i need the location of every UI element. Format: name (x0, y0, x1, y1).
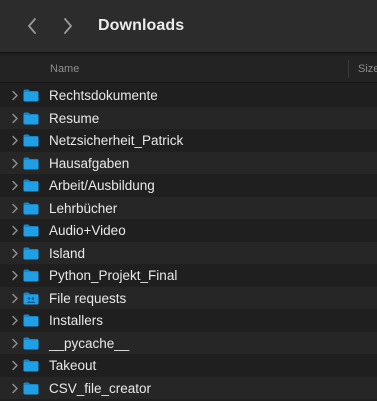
folder-icon (23, 314, 39, 327)
list-item-label: File requests (49, 290, 127, 306)
file-list: Rechtsdokumente Resume Netzsicherheit_Patr… (0, 84, 377, 399)
folder-icon (23, 157, 39, 169)
column-separator[interactable] (348, 60, 349, 78)
list-item[interactable]: Island (0, 241, 377, 264)
window-title: Downloads (98, 17, 185, 34)
folder-icon (23, 89, 39, 102)
folder-icon (23, 337, 39, 349)
disclosure-chevron-icon[interactable] (11, 203, 19, 214)
list-item[interactable]: Netzsicherheit_Patrick (0, 129, 377, 152)
list-item-label: Takeout (49, 358, 97, 373)
list-item-label: __pycache__ (49, 335, 130, 351)
folder-icon (23, 269, 39, 282)
list-item[interactable]: Takeout (0, 354, 377, 377)
disclosure-chevron-icon[interactable] (11, 315, 19, 326)
list-item-label: Resume (49, 110, 100, 126)
list-item-label: Hausafgaben (49, 155, 130, 171)
list-item-label: Lehrbücher (49, 200, 118, 216)
list-item-label: Arbeit/Ausbildung (49, 178, 155, 193)
disclosure-chevron-icon[interactable] (11, 338, 19, 349)
folder-icon (23, 134, 39, 147)
disclosure-chevron-icon[interactable] (11, 383, 19, 394)
disclosure-chevron-icon[interactable] (11, 248, 19, 259)
chevron-right-icon (64, 18, 72, 34)
toolbar-divider (0, 52, 377, 53)
back-button[interactable] (20, 12, 44, 40)
list-item-label: Python_Projekt_Final (49, 268, 178, 283)
toolbar: Downloads (0, 0, 377, 52)
finder-window: Downloads Name Size Rechtsdokumente Resum… (0, 0, 377, 401)
header-divider (0, 82, 377, 83)
disclosure-chevron-icon[interactable] (11, 158, 19, 169)
disclosure-chevron-icon[interactable] (11, 225, 19, 236)
folder-icon (23, 179, 39, 192)
shared-folder-icon (23, 292, 39, 304)
list-item[interactable]: Rechtsdokumente (0, 84, 377, 107)
list-item-label: Rechtsdokumente (49, 88, 158, 103)
list-item[interactable]: File requests (0, 286, 377, 309)
column-header-name[interactable]: Name (50, 63, 79, 75)
column-header-size[interactable]: Size (358, 63, 377, 75)
disclosure-chevron-icon[interactable] (11, 360, 19, 371)
list-item-label: Audio+Video (49, 223, 126, 238)
disclosure-chevron-icon[interactable] (11, 90, 19, 101)
disclosure-chevron-icon[interactable] (11, 180, 19, 191)
folder-icon (23, 224, 39, 237)
list-item[interactable]: Audio+Video (0, 219, 377, 242)
disclosure-chevron-icon[interactable] (11, 113, 19, 124)
list-item-label: Netzsicherheit_Patrick (49, 133, 184, 148)
list-item[interactable]: Hausafgaben (0, 151, 377, 174)
folder-icon (23, 247, 39, 259)
folder-icon (23, 202, 39, 214)
list-item[interactable]: Arbeit/Ausbildung (0, 174, 377, 197)
list-item[interactable]: Resume (0, 106, 377, 129)
folder-icon (23, 382, 39, 394)
disclosure-chevron-icon[interactable] (11, 270, 19, 281)
folder-icon (23, 359, 39, 372)
column-header-row: Name Size (0, 56, 377, 82)
list-item[interactable]: Installers (0, 309, 377, 332)
list-item[interactable]: CSV_file_creator (0, 376, 377, 399)
list-item-label: Island (49, 245, 86, 261)
forward-button[interactable] (56, 12, 80, 40)
list-item[interactable]: Python_Projekt_Final (0, 264, 377, 287)
list-item-label: CSV_file_creator (49, 380, 152, 396)
disclosure-chevron-icon[interactable] (11, 135, 19, 146)
list-item[interactable]: Lehrbücher (0, 196, 377, 219)
list-item[interactable]: __pycache__ (0, 331, 377, 354)
list-item-label: Installers (49, 313, 104, 328)
disclosure-chevron-icon[interactable] (11, 293, 19, 304)
folder-icon (23, 112, 39, 124)
chevron-left-icon (28, 18, 36, 34)
